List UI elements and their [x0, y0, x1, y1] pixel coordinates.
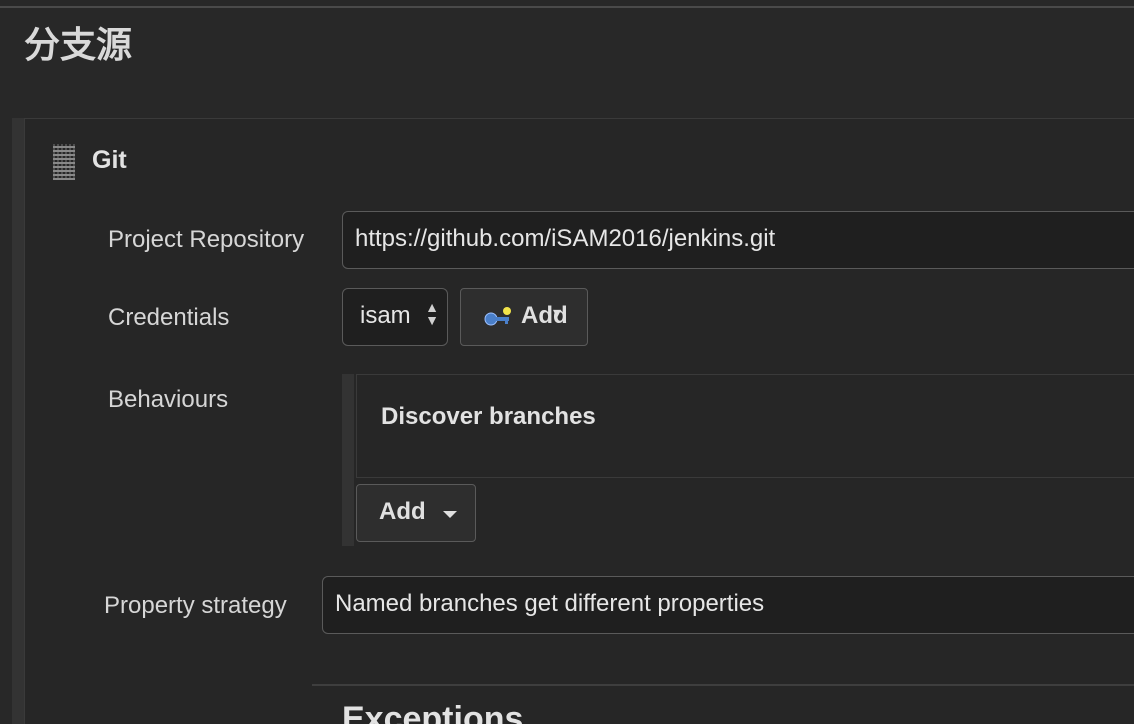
drag-handle-icon[interactable]	[53, 144, 75, 180]
source-type-title: Git	[92, 146, 127, 174]
section-title: 分支源	[24, 25, 133, 66]
behaviour-title: Discover branches	[381, 403, 596, 430]
project-repository-input[interactable]: https://github.com/iSAM2016/jenkins.git	[342, 211, 1134, 269]
add-behaviour-button[interactable]: Add	[356, 484, 476, 542]
select-arrows-icon: ▲ ▼	[425, 299, 439, 328]
branch-sources-page: 分支源 Git Project Repository https://githu…	[0, 0, 1134, 724]
add-behaviour-label: Add	[379, 498, 426, 525]
behaviours-label: Behaviours	[108, 386, 229, 413]
property-strategy-select[interactable]: Named branches get different properties	[322, 576, 1134, 634]
divider	[0, 6, 1134, 8]
behaviour-drag-bar[interactable]	[342, 374, 354, 546]
add-credentials-button[interactable]: Add ▾	[460, 288, 588, 346]
chevron-down-icon: ▾	[553, 305, 562, 322]
behaviour-item: Discover branches	[356, 374, 1134, 478]
key-icon	[484, 307, 511, 326]
source-drag-bar[interactable]	[12, 118, 24, 724]
credentials-label: Credentials	[108, 304, 230, 331]
divider	[312, 684, 1134, 686]
credentials-selected-value: isam	[360, 302, 411, 329]
exceptions-heading: Exceptions	[342, 700, 524, 724]
credentials-select[interactable]: isam ▲ ▼	[342, 288, 448, 346]
chevron-down-icon	[443, 511, 457, 518]
project-repository-label: Project Repository	[108, 226, 305, 253]
property-strategy-label: Property strategy	[104, 592, 287, 619]
